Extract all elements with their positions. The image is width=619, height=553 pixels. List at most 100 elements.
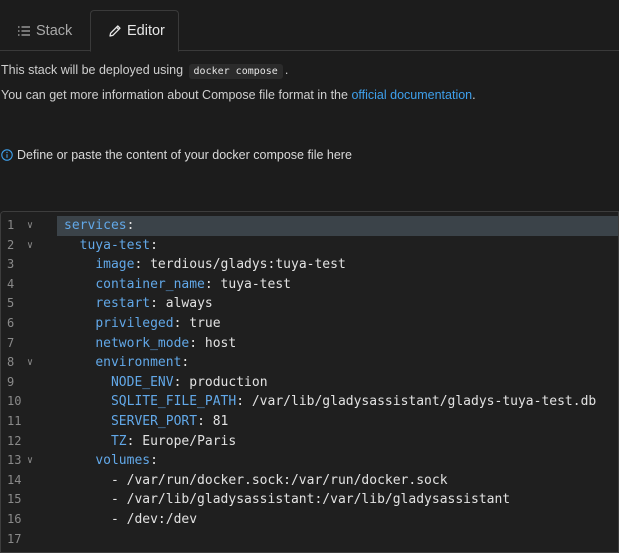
line-number: 9 [7,374,15,389]
yaml-separator: : [204,276,221,292]
editor-line[interactable]: 10 SQLITE_FILE_PATH: /var/lib/gladysassi… [1,392,618,412]
code-editor[interactable]: 1 ∨ services: 2 ∨ tuya-test: 3 image: terdiou… [0,211,619,553]
yaml-key: restart [95,296,151,312]
editor-line[interactable]: 17 [1,530,618,550]
yaml-separator: : [173,374,190,390]
line-number: 14 [7,472,22,487]
yaml-separator: : [236,394,252,410]
yaml-key: container_name [95,276,205,292]
line-number: 13 [7,453,22,468]
yaml-key: SQLITE_FILE_PATH [110,394,237,410]
info-suffix: . [472,88,476,102]
editor-line[interactable]: 13 ∨ volumes: [1,451,618,471]
editor-line[interactable]: 3 image: terdious/gladys:tuya-test [1,255,618,275]
yaml-value: host [204,335,237,351]
yaml-value: tuya-test [220,276,291,292]
yaml-key: image [95,257,135,273]
code-text: volumes: [64,451,158,471]
line-number: 17 [7,531,22,546]
code-text: SQLITE_FILE_PATH: /var/lib/gladysassista… [64,392,596,412]
line-number: 3 [7,257,15,272]
yaml-key: TZ [110,433,127,449]
fold-chevron-icon[interactable]: ∨ [27,451,33,471]
yaml-separator: : [189,335,205,351]
line-number: 16 [7,512,22,526]
fold-chevron-icon[interactable]: ∨ [27,236,33,256]
code-text: - /dev:/dev [64,510,197,530]
deploy-suffix: . [284,63,289,77]
active-line-highlight [57,216,618,236]
yaml-value: always [165,296,213,312]
code-text: services: [64,216,134,236]
yaml-value: true [189,316,221,331]
code-text: container_name: tuya-test [64,275,291,295]
yaml-value: - /var/lib/gladysassistant:/var/lib/glad… [110,492,511,508]
tab-editor[interactable]: Editor [90,10,179,52]
yaml-separator: : [126,433,143,449]
yaml-key: NODE_ENV [110,374,174,390]
yaml-value: - /dev:/dev [110,512,198,527]
info-prefix: You can get more information about Compo… [1,88,348,102]
editor-line[interactable]: 12 TZ: Europe/Paris [1,432,618,452]
editor-line-active[interactable]: 1 ∨ services: [1,216,618,236]
yaml-separator: : [173,316,190,331]
code-text: image: terdious/gladys:tuya-test [64,255,346,275]
yaml-value: Europe/Paris [142,433,237,449]
line-number: 6 [7,316,15,330]
editor-line[interactable]: 2 ∨ tuya-test: [1,236,618,256]
line-number: 10 [7,394,22,409]
deploy-method-text: This stack will be deployed using docker… [1,63,289,79]
list-icon [17,24,31,38]
yaml-key: privileged [95,316,174,331]
line-number: 4 [7,276,15,291]
editor-line[interactable]: 9 NODE_ENV: production [1,373,618,393]
code-text: tuya-test: [64,236,158,256]
yaml-value: production [189,374,268,390]
line-number: 15 [7,492,22,507]
editor-line[interactable]: 11 SERVER_PORT: 81 [1,412,618,432]
editor-line[interactable]: 4 container_name: tuya-test [1,275,618,295]
editor-line[interactable]: 5 restart: always [1,294,618,314]
fold-chevron-icon[interactable]: ∨ [27,216,33,236]
editor-line[interactable]: 7 network_mode: host [1,334,618,354]
line-number: 7 [7,335,15,350]
yaml-value: terdious/gladys:tuya-test [150,257,346,273]
line-number: 12 [7,433,22,448]
fold-chevron-icon[interactable]: ∨ [27,353,33,373]
yaml-separator: : [197,414,213,429]
yaml-key: services [64,218,127,233]
tab-stack[interactable]: Stack [0,10,88,51]
editor-line[interactable]: 14 - /var/run/docker.sock:/var/run/docke… [1,471,618,491]
yaml-key: SERVER_PORT [110,414,198,429]
official-documentation-link[interactable]: official documentation [351,88,472,102]
yaml-key: volumes [95,453,151,469]
code-text: - /var/run/docker.sock:/var/run/docker.s… [64,471,448,491]
yaml-key: network_mode [95,335,190,351]
editor-line[interactable]: 16 - /dev:/dev [1,510,618,530]
deploy-code-chip: docker compose [188,64,283,79]
editor-line[interactable]: 15 - /var/lib/gladysassistant:/var/lib/g… [1,490,618,510]
yaml-key: tuya-test [79,237,151,253]
code-text: network_mode: host [64,334,236,354]
code-text: TZ: Europe/Paris [64,432,236,452]
yaml-value: 81 [212,414,229,429]
editor-line[interactable]: 8 ∨ environment: [1,353,618,373]
editor-line[interactable]: 6 privileged: true [1,314,618,334]
editor-hint: Define or paste the content of your dock… [1,148,352,162]
yaml-separator: : [150,296,166,312]
yaml-value: - /var/run/docker.sock:/var/run/docker.s… [110,472,448,488]
tab-bar: Stack Editor [0,0,619,52]
line-number: 11 [7,414,22,428]
line-number: 2 [7,237,15,252]
yaml-separator: : [181,355,190,371]
code-text: privileged: true [64,314,221,334]
